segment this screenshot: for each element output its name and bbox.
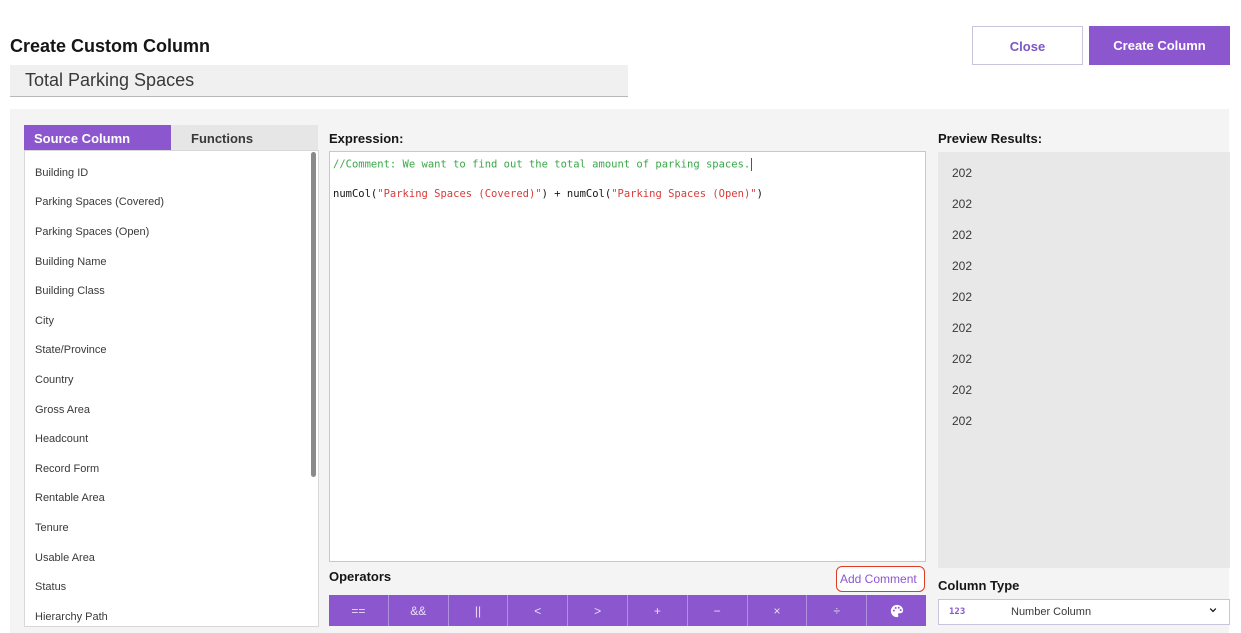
code-comment-line: //Comment: We want to find out the total… xyxy=(333,158,753,171)
list-item[interactable]: Parking Spaces (Open) xyxy=(25,217,318,247)
number-type-icon: 123 xyxy=(949,607,966,617)
tab-functions[interactable]: Functions xyxy=(171,125,318,150)
preview-value: 202 xyxy=(952,166,973,180)
list-item[interactable]: Building Class xyxy=(25,276,318,306)
operator-minus-button[interactable]: − xyxy=(687,595,748,626)
list-item[interactable]: Rentable Area xyxy=(25,484,318,514)
list-item[interactable]: Parking Spaces (Covered) xyxy=(25,188,318,218)
preview-value: 202 xyxy=(952,197,973,211)
operator-multiply-button[interactable]: × xyxy=(747,595,808,626)
column-name-input[interactable] xyxy=(10,65,628,97)
operator-bar: == && || < > + − × ÷ xyxy=(329,595,926,626)
column-type-value: Number Column xyxy=(1011,606,1092,618)
column-type-label: Column Type xyxy=(938,578,1020,593)
operator-divide-button[interactable]: ÷ xyxy=(807,595,868,626)
chevron-down-icon xyxy=(1209,608,1217,613)
close-button[interactable]: Close xyxy=(972,26,1083,65)
preview-value: 202 xyxy=(952,290,973,304)
list-item[interactable]: Usable Area xyxy=(25,543,318,573)
list-item[interactable]: Building ID xyxy=(25,158,318,188)
list-item[interactable]: Status xyxy=(25,572,318,602)
left-tabs: Source Column Functions xyxy=(24,125,319,150)
list-item[interactable]: Record Form xyxy=(25,454,318,484)
operator-or-button[interactable]: || xyxy=(448,595,509,626)
operator-equals-button[interactable]: == xyxy=(329,595,389,626)
operator-and-button[interactable]: && xyxy=(388,595,449,626)
tab-source-column[interactable]: Source Column xyxy=(24,125,171,150)
operator-greater-than-button[interactable]: > xyxy=(568,595,628,626)
source-column-list: Building ID Parking Spaces (Covered) Par… xyxy=(24,150,319,627)
list-item[interactable]: Tenure xyxy=(25,513,318,543)
list-item[interactable]: State/Province xyxy=(25,336,318,366)
operator-less-than-button[interactable]: < xyxy=(508,595,569,626)
palette-icon xyxy=(890,604,903,617)
preview-value: 202 xyxy=(952,228,973,242)
list-item[interactable]: Country xyxy=(25,365,318,395)
preview-value: 202 xyxy=(952,259,973,273)
palette-button[interactable] xyxy=(867,595,926,626)
preview-value: 202 xyxy=(952,352,973,366)
code-expression-line: numCol("Parking Spaces (Covered)") + num… xyxy=(333,188,763,200)
preview-value: 202 xyxy=(952,321,973,335)
text-caret xyxy=(751,158,753,171)
preview-value: 202 xyxy=(952,414,973,428)
expression-label: Expression: xyxy=(329,131,404,146)
add-comment-button[interactable]: Add Comment xyxy=(836,566,925,592)
operators-label: Operators xyxy=(329,569,392,584)
operator-plus-button[interactable]: + xyxy=(627,595,688,626)
create-column-button[interactable]: Create Column xyxy=(1089,26,1230,65)
list-item[interactable]: City xyxy=(25,306,318,336)
list-item[interactable]: Headcount xyxy=(25,424,318,454)
column-type-select[interactable]: 123 Number Column xyxy=(938,599,1230,625)
expression-editor[interactable]: //Comment: We want to find out the total… xyxy=(329,151,926,562)
preview-label: Preview Results: xyxy=(938,131,1043,146)
list-item[interactable]: Building Name xyxy=(25,247,318,277)
page-title: Create Custom Column xyxy=(10,36,211,56)
column-list-scrollbar[interactable] xyxy=(311,152,316,477)
preview-results: 202 202 202 202 202 202 202 202 202 xyxy=(938,152,1230,568)
preview-value: 202 xyxy=(952,383,973,397)
list-item[interactable]: Hierarchy Path xyxy=(25,602,318,626)
list-item[interactable]: Gross Area xyxy=(25,395,318,425)
